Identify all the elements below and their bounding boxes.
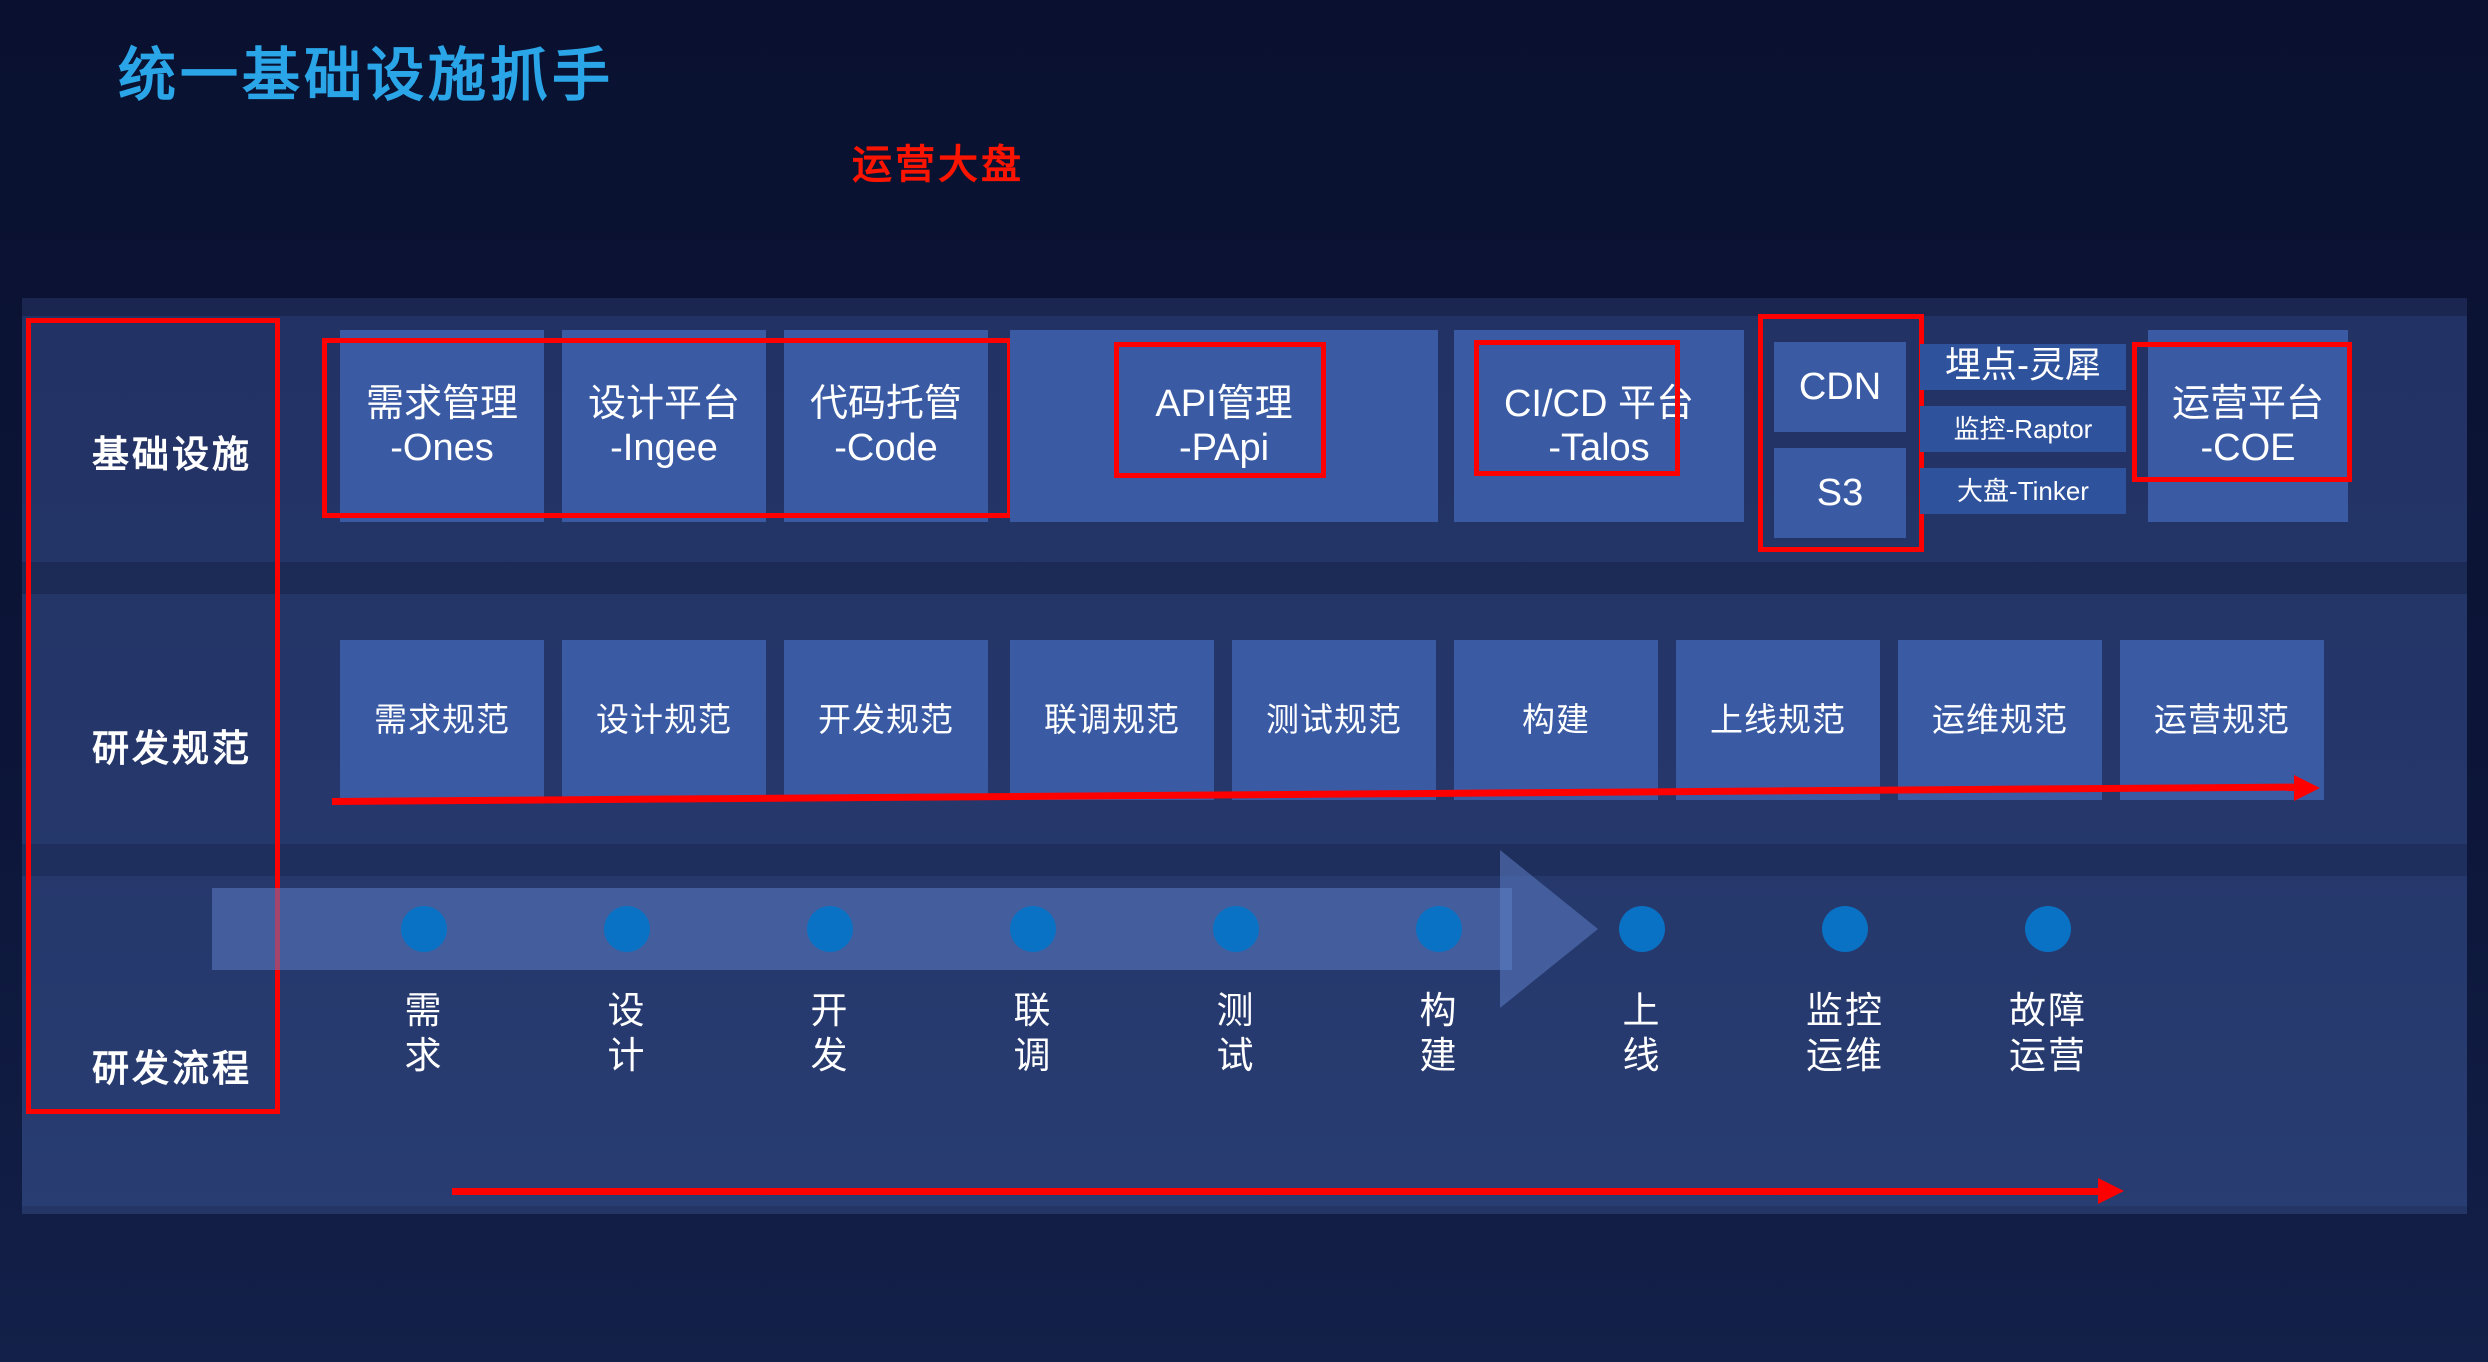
process-step-dot — [1416, 906, 1462, 952]
tile-standard[interactable]: 测试规范 — [1232, 640, 1436, 800]
architecture-panel: 基础设施 研发规范 研发流程 需求管理 -Ones 设计平台 -Ingee 代码… — [22, 298, 2467, 1214]
tile-standard[interactable]: 设计规范 — [562, 640, 766, 800]
tile-label: 需求规范 — [374, 700, 510, 738]
standards-progress-arrow-head — [2294, 775, 2320, 801]
tile-label: 设计规范 — [596, 700, 732, 738]
process-step-label: 监控 运维 — [1806, 990, 1884, 1077]
tile-label: 埋点-灵犀 — [1945, 344, 2101, 386]
tile-standard[interactable]: 联调规范 — [1010, 640, 1214, 800]
process-step-label: 开发 — [810, 990, 850, 1077]
tile-standard[interactable]: 构建 — [1454, 640, 1658, 800]
process-step-dot — [401, 906, 447, 952]
process-step-dot — [1010, 906, 1056, 952]
process-step-dot — [1822, 906, 1868, 952]
tile-label: 构建 — [1522, 700, 1590, 738]
tile-standard[interactable]: 开发规范 — [784, 640, 988, 800]
process-step-label: 联调 — [1013, 990, 1053, 1077]
highlight-api-papi — [1114, 342, 1326, 478]
process-step-dot — [1213, 906, 1259, 952]
highlight-cicd-talos — [1474, 340, 1680, 476]
process-step-dot — [1619, 906, 1665, 952]
tile-label: 开发规范 — [818, 700, 954, 738]
slide-canvas: 统一基础设施抓手 运营大盘 基础设施 研发规范 研发流程 需求管理 -Ones … — [0, 0, 2488, 1362]
row-label-process: 研发流程 — [92, 1048, 252, 1089]
tile-standard[interactable]: 需求规范 — [340, 640, 544, 800]
tile-label: 测试规范 — [1266, 700, 1402, 738]
tile-label: 联调规范 — [1044, 700, 1180, 738]
highlight-dev-tools-group — [322, 338, 1012, 518]
process-progress-arrow-head — [2098, 1178, 2124, 1204]
tile-label: 运营规范 — [2154, 700, 2290, 738]
tile-dashboard-tinker[interactable]: 大盘-Tinker — [1920, 468, 2126, 514]
row-label-standards: 研发规范 — [92, 728, 252, 769]
tile-tracking-lingxi[interactable]: 埋点-灵犀 — [1920, 344, 2126, 390]
row-label-infrastructure: 基础设施 — [92, 434, 252, 475]
tile-label: 运维规范 — [1932, 700, 2068, 738]
tile-label: 上线规范 — [1710, 700, 1846, 738]
page-title: 统一基础设施抓手 — [118, 43, 615, 108]
tile-label: 监控-Raptor — [1953, 413, 2093, 444]
process-progress-arrow-line — [452, 1188, 2102, 1195]
process-step-label: 设计 — [607, 990, 647, 1077]
subtitle-operations-dashboard: 运营大盘 — [852, 143, 1024, 187]
process-flow-arrow-head — [1500, 850, 1598, 1008]
highlight-storage-group — [1758, 314, 1924, 552]
tile-label: 大盘-Tinker — [1957, 475, 2089, 506]
highlight-operations-coe — [2132, 342, 2352, 482]
process-step-label: 构建 — [1419, 990, 1459, 1077]
process-step-label: 需求 — [404, 990, 444, 1077]
process-step-label: 上线 — [1622, 990, 1662, 1077]
process-step-dot — [2025, 906, 2071, 952]
process-step-label: 故障 运营 — [2009, 990, 2087, 1077]
tile-standard[interactable]: 运维规范 — [1898, 640, 2102, 800]
tile-monitor-raptor[interactable]: 监控-Raptor — [1920, 406, 2126, 452]
tile-standard[interactable]: 上线规范 — [1676, 640, 1880, 800]
process-step-label: 测试 — [1216, 990, 1256, 1077]
process-step-dot — [604, 906, 650, 952]
process-step-dot — [807, 906, 853, 952]
